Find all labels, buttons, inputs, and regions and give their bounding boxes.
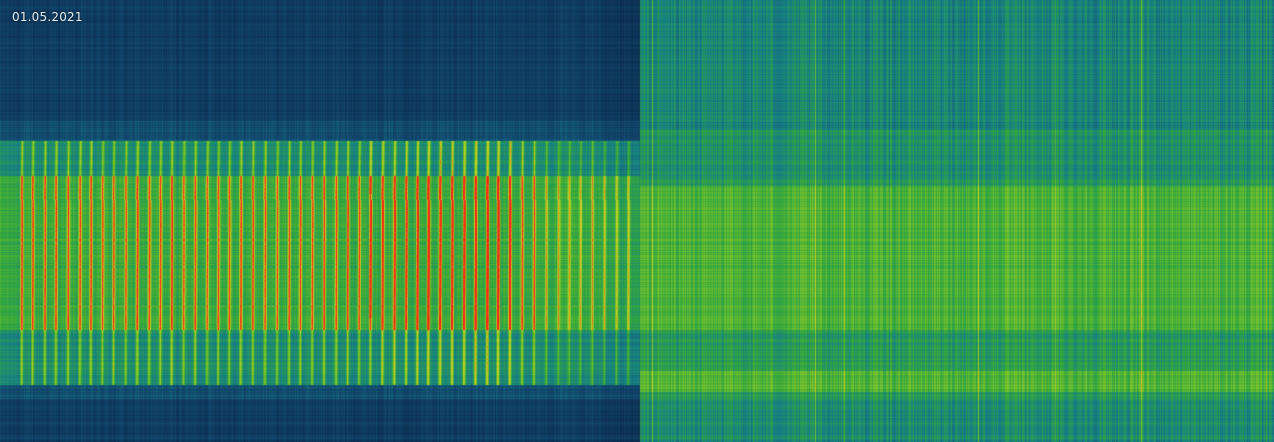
- spectrogram-viewer: 01.05.2021: [0, 0, 1274, 442]
- date-stamp: 01.05.2021: [12, 10, 83, 24]
- spectrogram-image: [0, 0, 1274, 442]
